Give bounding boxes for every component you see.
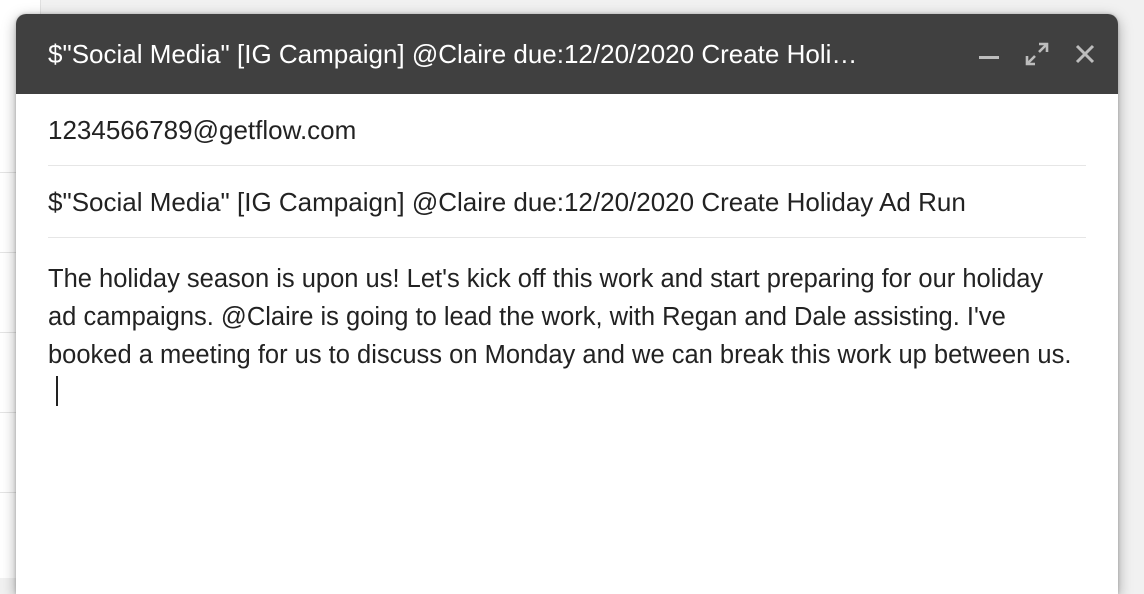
message-body[interactable]: The holiday season is upon us! Let's kic…	[48, 238, 1078, 412]
text-cursor	[56, 376, 58, 406]
compose-window: $"Social Media" [IG Campaign] @Claire du…	[16, 14, 1118, 594]
window-controls	[972, 37, 1118, 71]
message-body-text: The holiday season is upon us! Let's kic…	[48, 265, 1072, 369]
close-icon[interactable]	[1068, 37, 1102, 71]
compose-title: $"Social Media" [IG Campaign] @Claire du…	[48, 38, 858, 69]
to-field[interactable]: 1234566789@getflow.com	[48, 94, 1086, 166]
compose-titlebar[interactable]: $"Social Media" [IG Campaign] @Claire du…	[16, 14, 1118, 94]
subject-field[interactable]: $"Social Media" [IG Campaign] @Claire du…	[48, 166, 1086, 238]
minimize-icon[interactable]	[972, 37, 1006, 71]
expand-icon[interactable]	[1020, 37, 1054, 71]
